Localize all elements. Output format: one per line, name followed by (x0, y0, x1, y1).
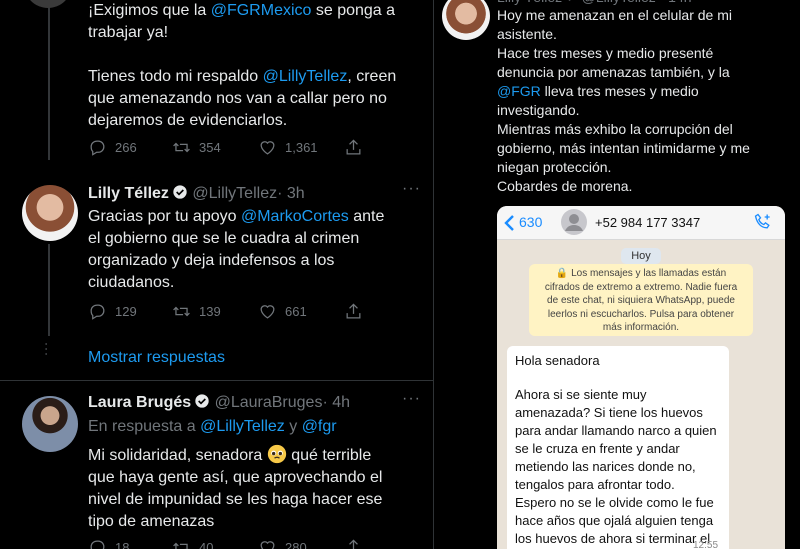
tweet-top-actions: 266 354 1,361 (88, 138, 363, 157)
day-chip: Hoy (621, 248, 661, 264)
message-timestamp: 12:55 (693, 540, 719, 549)
thread-connector (48, 244, 50, 336)
thread-dots: ··· (40, 342, 54, 357)
tweet-laura-line1: Mi solidaridad, senadora qué terrible (88, 444, 371, 467)
retweet-icon (173, 142, 190, 153)
back-count[interactable]: 630 (519, 214, 542, 230)
tweet-lilly-actions: 129 139 661 (88, 302, 363, 321)
mention-lillytellez[interactable]: @LillyTellez (263, 68, 348, 85)
share-icon (346, 303, 361, 319)
like-button[interactable]: 661 (258, 302, 344, 321)
like-icon (260, 541, 275, 549)
like-button[interactable]: 1,361 (258, 138, 344, 157)
whatsapp-screenshot-image[interactable]: 630 +52 984 177 3347 Hoy 🔒 Los mensajes … (497, 206, 785, 549)
tweet-top-line3: Tienes todo mi respaldo @LillyTellez, cr… (88, 68, 397, 85)
reply-icon (90, 540, 105, 549)
tweet-top-line1: ¡Exigimos que la @FGRMexico se ponga a (88, 2, 396, 19)
tweet-laura-line2: que haya gente así, que aprovechando el (88, 469, 383, 486)
contact-avatar-icon[interactable] (561, 209, 587, 235)
original-tweet-column: Lilly Téllez ✓ @LillyTellez · 14h Hoy me… (434, 0, 800, 549)
reply-button[interactable]: 266 (88, 138, 172, 157)
verified-icon (195, 394, 209, 408)
tweet-lilly-line3: organizado y deja indefensos a los (88, 252, 335, 269)
author-handle[interactable]: @LauraBruges (215, 394, 323, 411)
tweet-line3: Hace tres meses y medio presenté (497, 45, 714, 61)
tweet-line10: Cobardes de morena. (497, 178, 633, 194)
tweet-top-line5: dejaremos de evidenciarlos. (88, 112, 288, 129)
avatar-lilly[interactable] (442, 0, 490, 40)
reply-button[interactable]: 18 (88, 538, 172, 549)
mention-fgrmexico[interactable]: @FGRMexico (211, 2, 312, 19)
verified-icon (173, 185, 187, 199)
tweet-line6: investigando. (497, 102, 580, 118)
reply-icon (90, 304, 105, 320)
tweet-line1: Hoy me amenazan en el celular de mi (497, 7, 733, 23)
share-icon (346, 139, 361, 155)
call-add-icon[interactable] (753, 212, 773, 232)
tweet-top-line4: que amenazando nos van a callar pero no (88, 90, 387, 107)
tweet-line2: asistente. (497, 26, 557, 42)
tweet-laura-line3: nivel de impunidad se les haga hacer ese (88, 491, 383, 508)
reply-context: En respuesta a @LillyTellez y @fgr (88, 418, 337, 435)
retweet-button[interactable]: 354 (172, 138, 258, 157)
tweet-line5: @FGR lleva tres meses y medio (497, 83, 699, 99)
tweet-laura-line4: tipo de amenazas (88, 513, 215, 530)
retweet-icon (173, 306, 190, 317)
thread-connector (48, 0, 50, 160)
avatar-lilly[interactable] (22, 185, 78, 241)
reply-icon (90, 140, 105, 156)
retweet-icon (173, 542, 190, 549)
mention-lillytellez[interactable]: @LillyTellez (200, 418, 285, 435)
retweet-button[interactable]: 139 (172, 302, 258, 321)
share-button[interactable] (344, 302, 363, 321)
tweet-lilly-header: Lilly Téllez @LillyTellez· 3h (88, 183, 305, 205)
like-button[interactable]: 280 (258, 538, 344, 549)
contact-phone[interactable]: +52 984 177 3347 (595, 215, 700, 230)
show-replies-link[interactable]: Mostrar respuestas (88, 347, 225, 369)
tweet-laura-header: Laura Brugés @LauraBruges· 4h (88, 392, 350, 414)
author-handle[interactable]: @LillyTellez (192, 185, 277, 202)
tweet-line9: niegan protección. (497, 159, 612, 175)
mention-fgr[interactable]: @fgr (302, 418, 337, 435)
retweet-button[interactable]: 40 (172, 538, 258, 549)
avatar-marko[interactable] (24, 0, 72, 8)
tweet-line7: Mientras más exhibo la corrupción del (497, 121, 733, 137)
like-icon (260, 141, 275, 155)
author-name[interactable]: Lilly Téllez (88, 185, 169, 202)
reply-thread-column: ¡Exigimos que la @FGRMexico se ponga a t… (0, 0, 434, 549)
more-icon[interactable]: ··· (402, 180, 421, 198)
tweet-line8: gobierno, más intentan intimidarme y me (497, 140, 750, 156)
share-icon (349, 539, 358, 549)
tweet-lilly-line4: ciudadanos. (88, 274, 175, 291)
author-name[interactable]: Laura Brugés (88, 394, 191, 411)
encryption-notice[interactable]: 🔒 Los mensajes y las llamadas están cifr… (529, 264, 753, 336)
tweet-line4: denuncia por amenazas también, y la (497, 64, 730, 80)
avatar-laura[interactable] (22, 396, 78, 452)
tweet-lilly-line1: Gracias por tu apoyo @MarkoCortes ante (88, 208, 385, 225)
whatsapp-header: 630 +52 984 177 3347 (497, 206, 785, 240)
timestamp[interactable]: · 4h (322, 394, 350, 411)
share-button[interactable] (344, 538, 363, 549)
tweet-top-line2: trabajar ya! (88, 24, 169, 41)
tweet-lilly-line2: el gobierno que se le cuadra al crimen (88, 230, 360, 247)
divider (0, 380, 433, 381)
mention-fgr[interactable]: @FGR (497, 83, 541, 99)
like-icon (260, 305, 275, 319)
timestamp[interactable]: · 3h (277, 185, 305, 202)
more-icon[interactable]: ··· (402, 390, 421, 408)
reply-button[interactable]: 129 (88, 302, 172, 321)
incoming-message-bubble[interactable]: Hola senadora Ahora si se siente muy ame… (507, 346, 729, 549)
mention-markocortes[interactable]: @MarkoCortes (241, 208, 349, 225)
tweet-laura-actions: 18 40 280 (88, 538, 363, 549)
chevron-left-icon[interactable] (503, 214, 517, 232)
share-button[interactable] (344, 138, 363, 157)
pleading-face-emoji (267, 444, 286, 464)
